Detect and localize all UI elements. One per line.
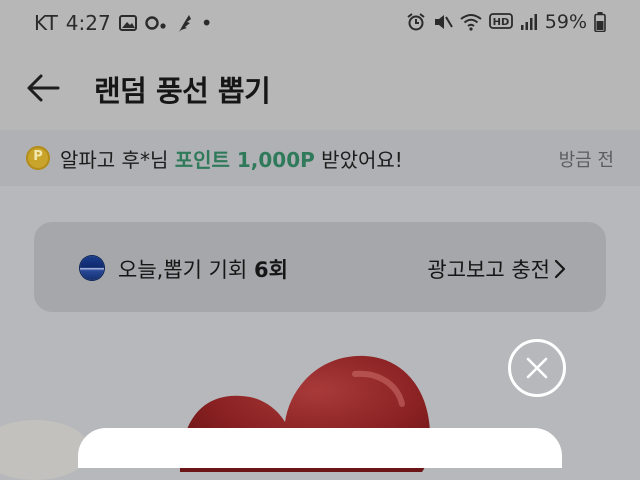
app-bar: 랜덤 풍선 뽑기 bbox=[0, 46, 640, 130]
wifi-icon bbox=[460, 13, 482, 31]
mute-icon bbox=[433, 12, 453, 32]
signal-icon bbox=[520, 13, 538, 31]
status-left: KT 4:27 • bbox=[34, 11, 213, 35]
ticker-message: 알파고 후*님 포인트 1,000P 받았어요! bbox=[60, 144, 403, 173]
ticker-suffix: 받았어요! bbox=[314, 148, 403, 172]
ticker-time: 방금 전 bbox=[558, 150, 614, 171]
draw-chance-label: 오늘,뽑기 기회 6회 bbox=[118, 254, 288, 284]
recharge-label: 광고보고 충전 bbox=[427, 258, 550, 282]
draw-label-text: 오늘,뽑기 기회 bbox=[118, 258, 254, 282]
battery-percent: 59% bbox=[544, 11, 587, 33]
coin-letter: P bbox=[33, 149, 43, 164]
watch-ad-recharge-link[interactable]: 광고보고 충전 bbox=[427, 254, 566, 284]
image-icon bbox=[118, 14, 137, 32]
clock: 4:27 bbox=[65, 11, 111, 35]
battery-icon bbox=[594, 12, 606, 32]
ticker-highlight: 포인트 1,000P bbox=[174, 148, 315, 172]
background-blob bbox=[0, 420, 90, 480]
reward-ticker: P 알파고 후*님 포인트 1,000P 받았어요! 방금 전 bbox=[0, 130, 640, 186]
record-icon bbox=[145, 15, 167, 31]
close-button[interactable] bbox=[508, 339, 566, 397]
carrier-label: KT bbox=[34, 11, 58, 35]
arrow-left-icon bbox=[27, 74, 60, 102]
chevron-right-icon bbox=[554, 259, 566, 279]
ticker-prefix: 알파고 후*님 bbox=[60, 148, 175, 172]
status-right: HD 59% bbox=[406, 11, 606, 33]
back-button[interactable] bbox=[24, 70, 64, 106]
globe-icon bbox=[80, 256, 104, 280]
svg-text:HD: HD bbox=[492, 17, 509, 28]
status-dot: • bbox=[200, 11, 213, 35]
bottom-sheet bbox=[78, 428, 562, 468]
feather-icon bbox=[175, 13, 193, 33]
page-title: 랜덤 풍선 뽑기 bbox=[94, 74, 271, 108]
point-coin-icon: P bbox=[26, 146, 50, 170]
draw-chance-card: 오늘,뽑기 기회 6회 광고보고 충전 bbox=[34, 222, 606, 312]
close-icon bbox=[526, 357, 548, 379]
draw-count: 6회 bbox=[253, 258, 288, 282]
alarm-icon bbox=[406, 12, 426, 32]
hd-icon: HD bbox=[488, 13, 513, 31]
status-bar: KT 4:27 • HD 59% bbox=[0, 0, 640, 46]
